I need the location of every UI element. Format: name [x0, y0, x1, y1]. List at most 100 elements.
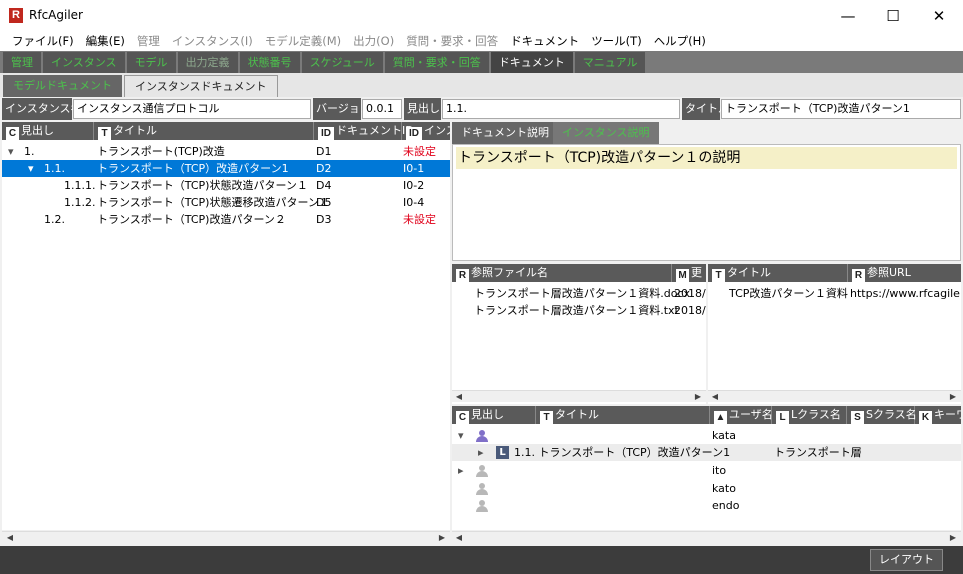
collapse-arrow-icon[interactable]: ▾ [28, 160, 34, 177]
tree-horizontal-scrollbar[interactable]: ◀ ▶ [2, 531, 450, 543]
menu-tools[interactable]: ツール(T) [585, 33, 648, 49]
col-keyword-header[interactable]: Kキーワ [915, 406, 961, 424]
scroll-right-arrow-icon[interactable]: ▶ [947, 391, 959, 403]
col-sclass-header[interactable]: S Sクラス名 [847, 406, 917, 424]
version-field[interactable]: 0.0.1 [362, 99, 402, 119]
menu-manage[interactable]: 管理 [131, 33, 166, 49]
tab-instance-description[interactable]: インスタンス説明 [553, 122, 659, 144]
row-heading: 1.2. [44, 213, 65, 226]
user-row[interactable]: ▾ kata [452, 427, 961, 444]
column-badge-icon: ID [318, 127, 334, 140]
ref-url-row[interactable]: TCP改造パターン１資料 https://www.rfcagiler. [708, 285, 961, 302]
expand-arrow-icon[interactable]: ▸ [458, 462, 464, 479]
users-pane: C見出し Tタイトル ▲ユーザ名 LLクラス名 SSクラス名 Kキーワ ▾ ka… [452, 406, 961, 530]
scroll-right-arrow-icon[interactable]: ▶ [436, 532, 448, 544]
col-label: Sクラス名 [866, 408, 917, 421]
tree-row-selected[interactable]: ▾ 1.1. トランスポート（TCP）改造パターン1 D2 I0-1 [2, 160, 450, 177]
ref-file-row[interactable]: トランスポート層改造パターン１資料.txt 2018/ [452, 302, 706, 319]
collapse-arrow-icon[interactable]: ▾ [8, 143, 14, 160]
user-document-row[interactable]: ▸ L 1.1. トランスポート（TCP）改造パターン1 トランスポート層 [452, 444, 961, 461]
row-title: トランスポート（TCP）改造パターン1 [97, 162, 289, 175]
scroll-left-arrow-icon[interactable]: ◀ [453, 532, 465, 544]
scroll-left-arrow-icon[interactable]: ◀ [709, 391, 721, 403]
expand-arrow-icon[interactable]: ▸ [478, 444, 484, 461]
tab-model[interactable]: モデル [126, 52, 176, 73]
tab-manage[interactable]: 管理 [3, 52, 41, 73]
heading-label: 見出し [404, 98, 441, 120]
description-text: トランスポート（TCP)改造パターン１の説明 [456, 147, 957, 169]
user-row[interactable]: ▸ ito [452, 462, 961, 479]
ref-file-name: トランスポート層改造パターン１資料.txt [474, 304, 679, 317]
tab-model-document[interactable]: モデルドキュメント [3, 75, 122, 97]
menu-file[interactable]: ファイル(F) [6, 33, 80, 49]
row-doc-id: D3 [316, 213, 332, 226]
col-lclass-header[interactable]: L Lクラス名 [772, 406, 847, 424]
col-heading-header[interactable]: C 見出し [2, 122, 94, 140]
col-instid-header[interactable]: IDインスタ [402, 122, 450, 140]
menu-model-def[interactable]: モデル定義(M) [259, 33, 347, 49]
row-heading: 1.1. [44, 162, 65, 175]
instance-name-field[interactable]: インスタンス通信プロトコル [73, 99, 311, 119]
menu-output[interactable]: 出力(O) [347, 33, 400, 49]
tree-row[interactable]: 1.1.1. トランスポート（TCP)状態改造パターン１ D4 I0-2 [2, 177, 450, 194]
column-badge-icon: C [456, 411, 469, 424]
tab-document-description[interactable]: ドキュメント説明 [452, 122, 558, 144]
description-area[interactable]: トランスポート（TCP)改造パターン１の説明 [452, 144, 961, 261]
user-name: kata [712, 429, 736, 442]
scroll-left-arrow-icon[interactable]: ◀ [4, 532, 16, 544]
tab-schedule[interactable]: スケジュール [301, 52, 383, 73]
user-row[interactable]: endo [452, 497, 961, 514]
heading-field[interactable]: 1.1. [442, 99, 680, 119]
title-bar: R RfcAgiler — ☐ ✕ [0, 0, 963, 31]
maximize-button[interactable]: ☐ [870, 0, 916, 31]
col-user-name-header[interactable]: ▲ ユーザ名 [710, 406, 773, 424]
collapse-arrow-icon[interactable]: ▾ [458, 427, 464, 444]
user-name: endo [712, 499, 740, 512]
menu-document[interactable]: ドキュメント [504, 33, 585, 49]
menu-instance[interactable]: インスタンス(I) [166, 33, 259, 49]
ref-url-link[interactable]: https://www.rfcagiler. [850, 285, 961, 302]
status-bar [0, 546, 963, 574]
tab-instance-document[interactable]: インスタンスドキュメント [124, 75, 278, 97]
tree-row[interactable]: ▾ 1. トランスポート(TCP)改造 D1 未設定 [2, 143, 450, 160]
col-docid-header[interactable]: ID ドキュメントID [314, 122, 414, 140]
col-title-header[interactable]: T タイトル [94, 122, 314, 140]
row-inst-id: 未設定 [403, 145, 436, 158]
tree-header: C見出し Tタイトル IDドキュメントID IDインスタ [2, 122, 450, 140]
col-user-title-header[interactable]: T タイトル [536, 406, 710, 424]
col-user-heading-header[interactable]: C 見出し [452, 406, 536, 424]
column-badge-icon: L [776, 411, 789, 424]
user-row[interactable]: kato [452, 480, 961, 497]
scroll-right-arrow-icon[interactable]: ▶ [692, 391, 704, 403]
scroll-left-arrow-icon[interactable]: ◀ [453, 391, 465, 403]
ref-file-row[interactable]: トランスポート層改造パターン１資料.docx 2018/ [452, 285, 706, 302]
tab-state-number[interactable]: 状態番号 [239, 52, 300, 73]
column-badge-icon: C [6, 127, 19, 140]
col-updated-header[interactable]: M更 [672, 264, 706, 282]
menu-edit[interactable]: 編集(E) [80, 33, 131, 49]
tab-instance[interactable]: インスタンス [43, 52, 125, 73]
minimize-button[interactable]: — [825, 0, 871, 31]
ref-urls-scrollbar[interactable]: ◀ ▶ [708, 390, 961, 402]
scroll-right-arrow-icon[interactable]: ▶ [947, 532, 959, 544]
col-ref-file-header[interactable]: R 参照ファイル名 [452, 264, 672, 282]
close-button[interactable]: ✕ [916, 0, 962, 31]
layout-button[interactable]: レイアウト [870, 549, 943, 571]
menu-qa[interactable]: 質問・要求・回答 [400, 33, 504, 49]
col-url-header[interactable]: R 参照URL [848, 264, 961, 282]
tab-output-def[interactable]: 出力定義 [177, 52, 238, 73]
menu-help[interactable]: ヘルプ(H) [648, 33, 712, 49]
ref-files-scrollbar[interactable]: ◀ ▶ [452, 390, 706, 402]
tab-qa[interactable]: 質問・要求・回答 [384, 52, 489, 73]
tree-row[interactable]: 1.1.2. トランスポート（TCP)状態遷移改造パターン１ D5 I0-4 [2, 194, 450, 211]
tree-row[interactable]: 1.2. トランスポート（TCP)改造パターン２ D3 未設定 [2, 211, 450, 228]
column-badge-icon: M [676, 269, 689, 282]
col-url-title-header[interactable]: T タイトル [708, 264, 848, 282]
version-label: バージョン [313, 98, 371, 120]
title-field[interactable]: トランスポート（TCP)改造パターン1 [721, 99, 961, 119]
column-badge-icon: S [851, 411, 864, 424]
tab-manual[interactable]: マニュアル [574, 52, 646, 73]
users-horizontal-scrollbar[interactable]: ◀ ▶ [452, 531, 961, 543]
row-heading: 1. [24, 145, 35, 158]
tab-document[interactable]: ドキュメント [490, 52, 573, 73]
